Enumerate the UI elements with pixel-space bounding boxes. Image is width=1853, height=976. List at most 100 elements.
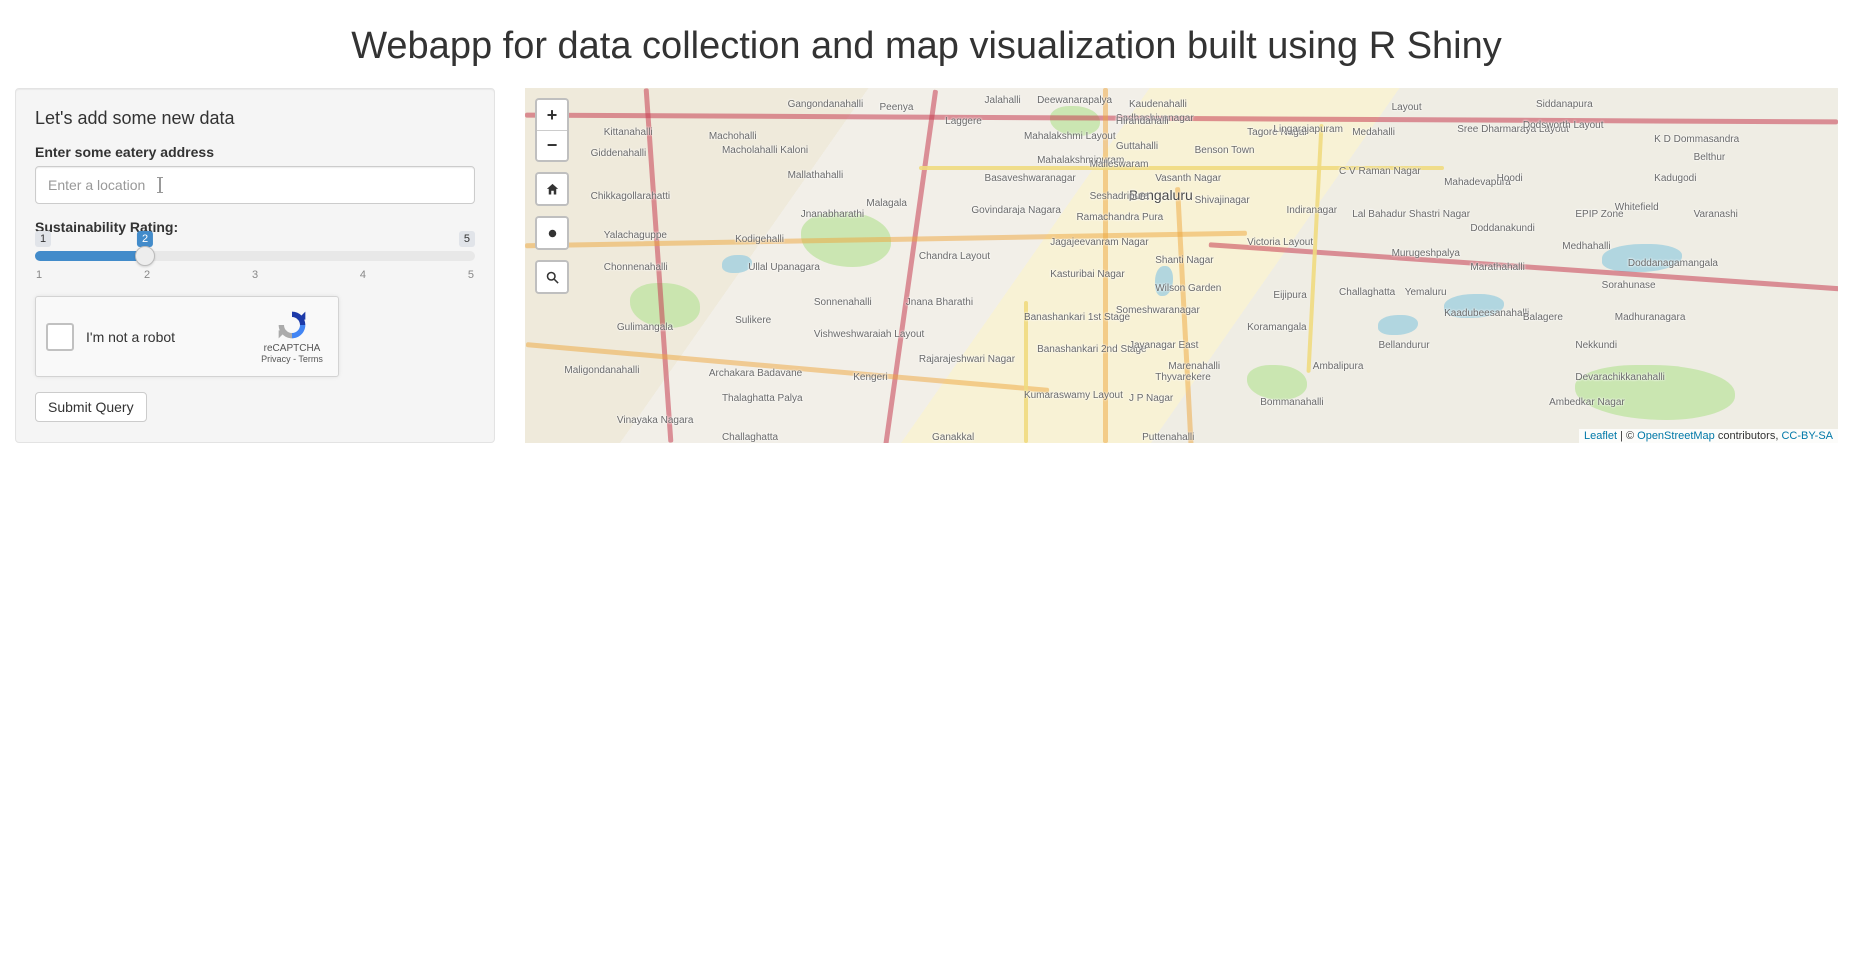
map-place-label: Challaghatta (1339, 287, 1395, 298)
map-place-label: Banashankari 1st Stage (1024, 312, 1130, 323)
zoom-out-button[interactable]: − (537, 130, 567, 160)
recaptcha-widget: I'm not a robot reCAPTCHA Privacy - Term… (35, 296, 339, 377)
search-icon (545, 270, 560, 285)
map-place-label: Kaadubeesanahalli (1444, 308, 1529, 319)
search-button[interactable] (537, 262, 567, 292)
leaflet-link[interactable]: Leaflet (1584, 430, 1617, 442)
map-place-label: Hoodi (1497, 173, 1523, 184)
locate-button[interactable] (537, 218, 567, 248)
map-place-label: Guttahalli (1116, 141, 1158, 152)
map-place-label: Lingarajapuram (1273, 124, 1343, 135)
map-place-label: Vishweshwaraiah Layout (814, 329, 924, 340)
map-place-label: Marenahalli (1168, 361, 1220, 372)
recaptcha-checkbox[interactable] (46, 323, 74, 351)
map-place-label: Kaudenahalli (1129, 99, 1187, 110)
map-place-label: Machohalli (709, 131, 757, 142)
recaptcha-privacy-link[interactable]: Privacy (261, 354, 291, 364)
map-place-label: Chonnenahalli (604, 262, 668, 273)
map-place-label: Ganakkal (932, 432, 974, 443)
map-attribution: Leaflet | © OpenStreetMap contributors, … (1579, 429, 1838, 443)
map-place-label: Benson Town (1195, 145, 1255, 156)
leaflet-map[interactable]: Bengaluru KittanahalliGiddenahalliChikka… (525, 88, 1838, 443)
address-input[interactable] (35, 166, 475, 204)
map-place-label: Ramachandra Pura (1076, 212, 1163, 223)
osm-link[interactable]: OpenStreetMap (1637, 430, 1715, 442)
map-place-label: Ambedkar Nagar (1549, 397, 1625, 408)
map-place-label: C V Raman Nagar (1339, 166, 1421, 177)
sidebar-heading: Let's add some new data (35, 108, 475, 129)
home-icon (545, 182, 560, 197)
map-place-label: Shivajinagar (1195, 195, 1250, 206)
sidebar-panel: Let's add some new data Enter some eater… (15, 88, 495, 443)
license-link[interactable]: CC-BY-SA (1781, 430, 1833, 442)
map-place-label: Gulimangala (617, 322, 673, 333)
map-place-label: Medhahalli (1562, 241, 1610, 252)
recaptcha-brand: reCAPTCHA Privacy - Terms (256, 309, 328, 364)
map-place-label: Victoria Layout (1247, 237, 1313, 248)
slider-max-label: 5 (459, 231, 475, 247)
map-place-label: Bellandurur (1378, 340, 1429, 351)
map-place-label: Someshwaranagar (1116, 305, 1200, 316)
map-place-label: Jagajeevanram Nagar (1050, 237, 1148, 248)
map-place-label: Yemaluru (1405, 287, 1447, 298)
map-place-label: Sonnenahalli (814, 297, 872, 308)
map-place-label: Indiranagar (1287, 205, 1338, 216)
map-place-label: Bommanahalli (1260, 397, 1323, 408)
map-place-label: Deewanarapalya (1037, 95, 1112, 106)
map-place-label: Jalahalli (985, 95, 1021, 106)
map-place-label: Kodigehalli (735, 234, 784, 245)
map-place-label: Macholahalli Kaloni (722, 145, 808, 156)
map-place-label: Kumaraswamy Layout (1024, 390, 1123, 401)
map-place-label: Jnana Bharathi (906, 297, 973, 308)
address-group: Enter some eatery address (35, 144, 475, 204)
map-place-label: Gangondanahalli (788, 99, 864, 110)
rating-slider[interactable]: 1 5 2 12345 (35, 251, 475, 281)
slider-min-label: 1 (35, 231, 51, 247)
map-place-label: J P Nagar (1129, 393, 1173, 404)
recaptcha-text: I'm not a robot (86, 329, 256, 345)
map-place-label: Koramangala (1247, 322, 1306, 333)
map-place-label: Rajarajeshwari Nagar (919, 354, 1015, 365)
map-place-label: Medahalli (1352, 127, 1395, 138)
map-place-label: Belthur (1694, 152, 1726, 163)
address-label: Enter some eatery address (35, 144, 475, 160)
map-place-label: Kadugodi (1654, 173, 1696, 184)
map-place-label: Layout (1392, 102, 1422, 113)
map-place-label: Seshadripura (1090, 191, 1149, 202)
map-place-label: Vinayaka Nagara (617, 415, 694, 426)
map-place-label: Yalachaguppe (604, 230, 667, 241)
map-place-label: Shanti Nagar (1155, 255, 1213, 266)
slider-ticks: 12345 (35, 269, 475, 281)
page-title: Webapp for data collection and map visua… (15, 25, 1838, 68)
map-place-label: Dodsworth Layout (1523, 120, 1604, 131)
map-place-label: Whitefield (1615, 202, 1659, 213)
map-place-label: Challaghatta (722, 432, 778, 443)
map-place-label: Murugeshpalya (1392, 248, 1460, 259)
map-place-label: Devarachikkanahalli (1575, 372, 1665, 383)
map-place-label: Thalaghatta Palya (722, 393, 803, 404)
recaptcha-icon (276, 309, 308, 341)
submit-button[interactable]: Submit Query (35, 392, 147, 422)
map-place-label: Chikkagollarahatti (591, 191, 671, 202)
map-place-label: Vasanth Nagar (1155, 173, 1221, 184)
map-place-label: Malagala (866, 198, 907, 209)
zoom-in-button[interactable]: + (537, 100, 567, 130)
map-place-label: Sorahunase (1602, 280, 1656, 291)
map-place-label: Madhuranagara (1615, 312, 1686, 323)
home-button[interactable] (537, 174, 567, 204)
map-place-label: Puttenahalli (1142, 432, 1194, 443)
map-place-label: Doddanagamangala (1628, 258, 1718, 269)
map-place-label: Lal Bahadur Shastri Nagar (1352, 209, 1470, 220)
map-place-label: Marathahalli (1470, 262, 1524, 273)
map-place-label: Ambalipura (1313, 361, 1364, 372)
map-place-label: Thyvarekere (1155, 372, 1211, 383)
map-place-label: Laggere (945, 116, 982, 127)
map-place-label: Kittanahalli (604, 127, 653, 138)
map-place-label: Kengeri (853, 372, 887, 383)
recaptcha-terms-link[interactable]: Terms (298, 354, 323, 364)
slider-handle[interactable] (135, 246, 155, 266)
map-place-label: Archakara Badavane (709, 368, 802, 379)
map-place-label: Sulikere (735, 315, 771, 326)
slider-value-label: 2 (137, 231, 153, 247)
map-place-label: Varanashi (1694, 209, 1738, 220)
